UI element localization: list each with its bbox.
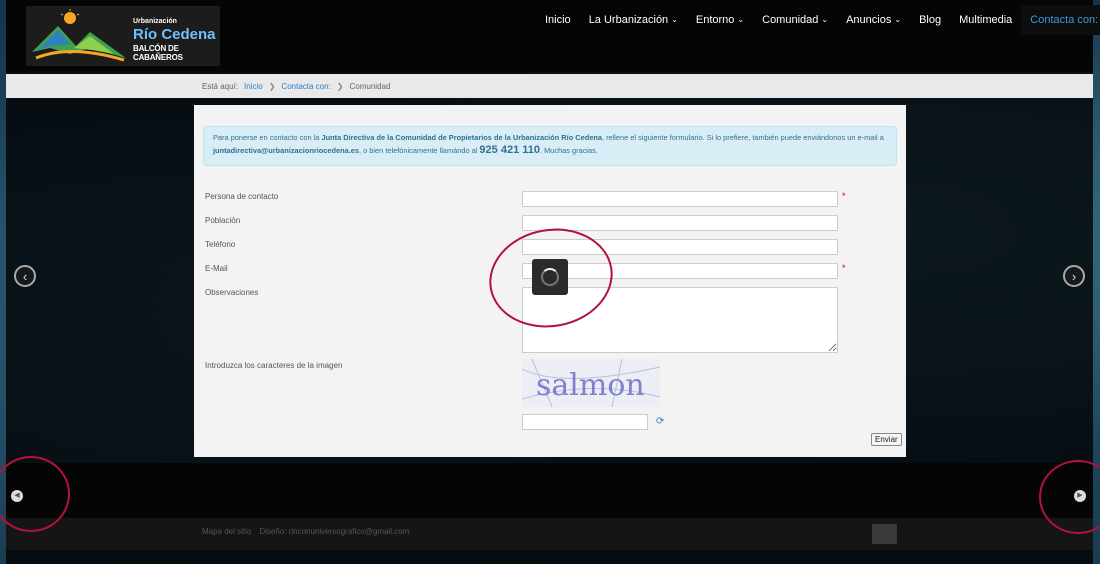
town-label: Población: [205, 216, 241, 225]
breadcrumb-current: Comunidad: [349, 82, 391, 91]
info-text: , o bien telefónicamente llamándo al: [359, 146, 480, 155]
prev-arrow-button[interactable]: ‹: [14, 265, 36, 287]
nav-item-label: Entorno: [695, 14, 735, 26]
info-phone: 925 421 110: [479, 144, 540, 156]
phone-label: Teléfono: [205, 240, 236, 249]
breadcrumb-link-home[interactable]: Inicio: [244, 82, 263, 91]
nav-item-anuncios[interactable]: Anuncios ⌄: [837, 13, 910, 27]
nav-item-label: Blog: [919, 14, 942, 26]
info-email[interactable]: juntadirectiva@urbanizacionriocedena.es: [213, 146, 359, 155]
site-logo[interactable]: Urbanización Río Cedena BALCÓN DE CABAÑE…: [26, 6, 220, 66]
main-nav: Inicio La Urbanización ⌄ Entorno ⌄ Comunid…: [536, 5, 1100, 35]
breadcrumb-prefix: Está aquí:: [202, 82, 239, 91]
captcha-text: salmon: [536, 368, 645, 403]
required-mark: *: [842, 263, 846, 273]
site-header: Urbanización Río Cedena BALCÓN DE CABAÑE…: [6, 0, 1100, 72]
logo-line-3: BALCÓN DE CABAÑEROS: [133, 44, 183, 62]
captcha-input[interactable]: [522, 414, 648, 430]
nav-item-label: Contacta con:: [1030, 14, 1099, 26]
chevron-right-icon: ❯: [268, 82, 276, 91]
nav-item-label: Comunidad: [762, 14, 819, 26]
nav-item-inicio[interactable]: Inicio: [536, 13, 580, 27]
info-alert: Para ponerse en contacto con la Junta Di…: [203, 126, 897, 166]
chevron-left-icon: ‹: [22, 269, 28, 284]
lower-band: [6, 463, 1093, 518]
nav-item-multimedia[interactable]: Multimedia: [950, 13, 1021, 27]
back-to-top-button[interactable]: [872, 524, 897, 544]
email-label: E-Mail: [205, 264, 228, 273]
chevron-down-icon: ⌄: [671, 15, 678, 24]
nav-item-contacta[interactable]: Contacta con:⌄: [1021, 5, 1100, 35]
contact-person-input[interactable]: [522, 191, 838, 207]
chevron-down-icon: ⌄: [821, 15, 829, 24]
site-footer: Mapa del sitio Diseño: rinconuniversogra…: [6, 518, 1093, 550]
contact-person-label: Persona de contacto: [205, 192, 279, 201]
nav-item-comunidad[interactable]: Comunidad ⌄: [753, 13, 837, 27]
captcha-image: salmon: [521, 358, 661, 408]
send-button[interactable]: Enviar: [871, 433, 902, 446]
nav-item-label: La Urbanización: [588, 14, 669, 26]
footer-link-sitemap[interactable]: Mapa del sitio: [202, 527, 251, 536]
logo-line-2: Río Cedena: [133, 26, 216, 43]
refresh-icon[interactable]: ⟳: [656, 416, 664, 427]
chevron-right-icon: ›: [1071, 269, 1077, 284]
info-text: Para ponerse en contacto con la: [213, 133, 322, 142]
nav-item-urbanizacion[interactable]: La Urbanización ⌄: [580, 13, 687, 27]
next-arrow-button[interactable]: ›: [1063, 265, 1085, 287]
captcha-label: Introduzca los caracteres de la imagen: [205, 361, 343, 370]
breadcrumb: Está aquí: Inicio ❯ Contacta con: ❯ Comu…: [6, 74, 1093, 98]
chevron-right-icon: ❯: [336, 82, 344, 91]
nav-item-label: Anuncios: [846, 14, 892, 26]
mountains-logo-icon: [32, 9, 126, 62]
town-input[interactable]: [522, 215, 838, 231]
nav-item-blog[interactable]: Blog: [910, 13, 950, 27]
chevron-down-icon: ⌄: [894, 15, 902, 24]
info-text: , rellene el siguiente formulario. Si lo…: [601, 133, 884, 142]
footer-credit[interactable]: Diseño: rinconuniversografico@gmail.com: [259, 527, 409, 536]
info-bold-org: Junta Directiva de la Comunidad de Propi…: [321, 133, 602, 142]
notes-label: Observaciones: [205, 288, 259, 297]
required-mark: *: [842, 191, 846, 201]
chevron-down-icon: ⌄: [737, 15, 745, 24]
nav-item-label: Inicio: [545, 14, 571, 26]
breadcrumb-link-contacta[interactable]: Contacta con:: [281, 82, 330, 91]
info-text: . Muchas gracias.: [540, 146, 598, 155]
nav-item-label: Multimedia: [959, 14, 1013, 26]
nav-item-entorno[interactable]: Entorno ⌄: [687, 13, 753, 27]
logo-line-1: Urbanización: [133, 18, 177, 25]
